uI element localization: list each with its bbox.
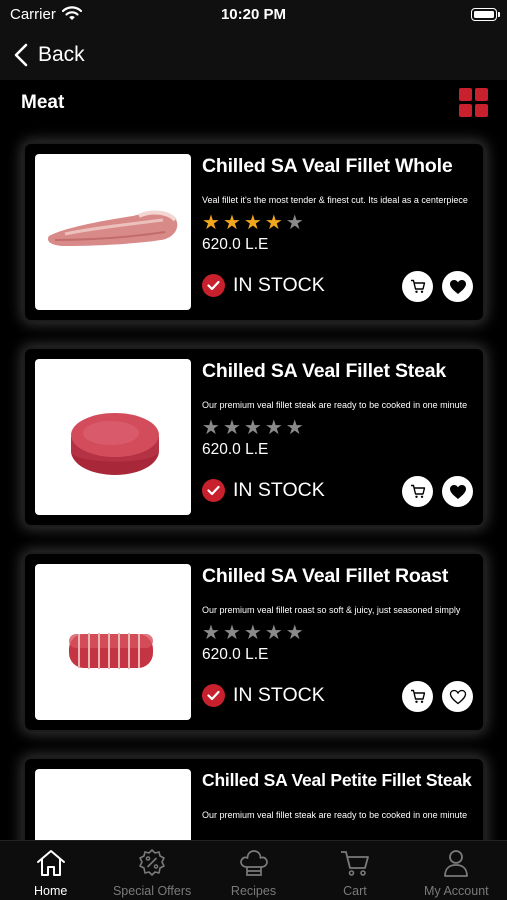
status-time: 10:20 PM bbox=[220, 6, 287, 23]
stock-label: IN STOCK bbox=[233, 479, 325, 501]
rating-stars: ★ ★ ★ ★ ★ bbox=[202, 622, 304, 644]
status-bar: Carrier 10:20 PM bbox=[0, 0, 507, 30]
favorite-button[interactable] bbox=[442, 271, 473, 302]
tab-bar: Home Special Offers Recipes Cart My Acco… bbox=[0, 840, 507, 900]
home-icon bbox=[36, 850, 65, 876]
add-to-cart-button[interactable] bbox=[402, 681, 433, 712]
star-icon: ★ bbox=[222, 417, 241, 439]
grid-icon bbox=[475, 88, 488, 101]
star-icon: ★ bbox=[243, 417, 262, 439]
product-card[interactable]: Chilled SA Veal Fillet Roast Our premium… bbox=[25, 554, 483, 730]
tab-my-account[interactable]: My Account bbox=[406, 841, 507, 900]
add-to-cart-button[interactable] bbox=[402, 271, 433, 302]
product-price: 620.0 L.E bbox=[202, 441, 269, 458]
product-name[interactable]: Chilled SA Veal Petite Fillet Steak bbox=[202, 770, 478, 791]
tab-label: Cart bbox=[343, 884, 367, 898]
chevron-left-icon bbox=[14, 43, 28, 67]
rating-stars: ★ ★ ★ ★ ★ bbox=[202, 417, 304, 439]
star-icon: ★ bbox=[285, 212, 304, 234]
product-price: 620.0 L.E bbox=[202, 646, 269, 663]
tab-cart[interactable]: Cart bbox=[304, 841, 405, 900]
product-image-veal-fillet-steak[interactable] bbox=[35, 359, 191, 515]
product-card[interactable]: Chilled SA Veal Fillet Whole Veal fillet… bbox=[25, 144, 483, 320]
product-price: 620.0 L.E bbox=[202, 236, 269, 253]
heart-filled-icon bbox=[449, 279, 466, 294]
offers-icon bbox=[139, 849, 165, 876]
product-description: Veal fillet it's the most tender & fines… bbox=[202, 195, 468, 205]
chef-hat-icon bbox=[239, 850, 268, 876]
grid-icon bbox=[459, 104, 472, 117]
heart-outline-icon bbox=[449, 689, 466, 704]
stock-label: IN STOCK bbox=[233, 684, 325, 706]
rating-stars: ★ ★ ★ ★ ★ bbox=[202, 212, 304, 234]
product-description: Our premium veal fillet steak are ready … bbox=[202, 400, 468, 410]
cart-icon bbox=[410, 484, 425, 498]
grid-view-toggle[interactable] bbox=[459, 88, 489, 118]
star-icon: ★ bbox=[243, 212, 262, 234]
check-icon bbox=[202, 274, 225, 297]
stock-status: IN STOCK bbox=[202, 684, 325, 707]
star-icon: ★ bbox=[264, 417, 283, 439]
product-image-veal-fillet-roast[interactable] bbox=[35, 564, 191, 720]
product-image-veal-petite-fillet-steak[interactable] bbox=[35, 769, 191, 840]
cart-icon bbox=[410, 689, 425, 703]
product-description: Our premium veal fillet steak are ready … bbox=[202, 810, 468, 820]
star-icon: ★ bbox=[264, 622, 283, 644]
section-header: Meat bbox=[0, 80, 507, 126]
product-image-veal-fillet-whole[interactable] bbox=[35, 154, 191, 310]
grid-icon bbox=[475, 104, 488, 117]
star-icon: ★ bbox=[202, 622, 220, 644]
product-card[interactable]: Chilled SA Veal Petite Fillet Steak Our … bbox=[25, 759, 483, 840]
back-label: Back bbox=[38, 43, 85, 66]
account-icon bbox=[444, 850, 469, 877]
favorite-button[interactable] bbox=[442, 681, 473, 712]
stock-status: IN STOCK bbox=[202, 479, 325, 502]
star-icon: ★ bbox=[222, 212, 241, 234]
star-icon: ★ bbox=[243, 622, 262, 644]
star-icon: ★ bbox=[222, 622, 241, 644]
grid-icon bbox=[459, 88, 472, 101]
stock-status: IN STOCK bbox=[202, 274, 325, 297]
product-list[interactable]: Chilled SA Veal Fillet Whole Veal fillet… bbox=[0, 126, 507, 840]
tab-label: Home bbox=[34, 884, 68, 898]
navigation-bar: Back bbox=[0, 30, 507, 80]
stock-label: IN STOCK bbox=[233, 274, 325, 296]
tab-home[interactable]: Home bbox=[0, 841, 101, 900]
page-title: Meat bbox=[21, 92, 65, 113]
product-description: Our premium veal fillet roast so soft & … bbox=[202, 605, 461, 615]
cart-icon bbox=[410, 279, 425, 293]
tab-recipes[interactable]: Recipes bbox=[203, 841, 304, 900]
star-icon: ★ bbox=[264, 212, 283, 234]
add-to-cart-button[interactable] bbox=[402, 476, 433, 507]
tab-label: Recipes bbox=[230, 884, 277, 898]
star-icon: ★ bbox=[285, 417, 304, 439]
battery-icon bbox=[471, 8, 500, 21]
star-icon: ★ bbox=[285, 622, 304, 644]
tab-label: Special Offers bbox=[112, 884, 192, 898]
product-name[interactable]: Chilled SA Veal Fillet Whole bbox=[202, 155, 478, 178]
cart-icon bbox=[340, 851, 369, 876]
heart-filled-icon bbox=[449, 484, 466, 499]
tab-special-offers[interactable]: Special Offers bbox=[101, 841, 202, 900]
check-icon bbox=[202, 479, 225, 502]
star-icon: ★ bbox=[202, 417, 220, 439]
favorite-button[interactable] bbox=[442, 476, 473, 507]
tab-label: My Account bbox=[424, 884, 489, 898]
check-icon bbox=[202, 684, 225, 707]
product-card[interactable]: Chilled SA Veal Fillet Steak Our premium… bbox=[25, 349, 483, 525]
star-icon: ★ bbox=[202, 212, 220, 234]
back-button[interactable]: Back bbox=[14, 38, 85, 72]
product-name[interactable]: Chilled SA Veal Fillet Roast bbox=[202, 565, 478, 588]
product-name[interactable]: Chilled SA Veal Fillet Steak bbox=[202, 360, 478, 383]
